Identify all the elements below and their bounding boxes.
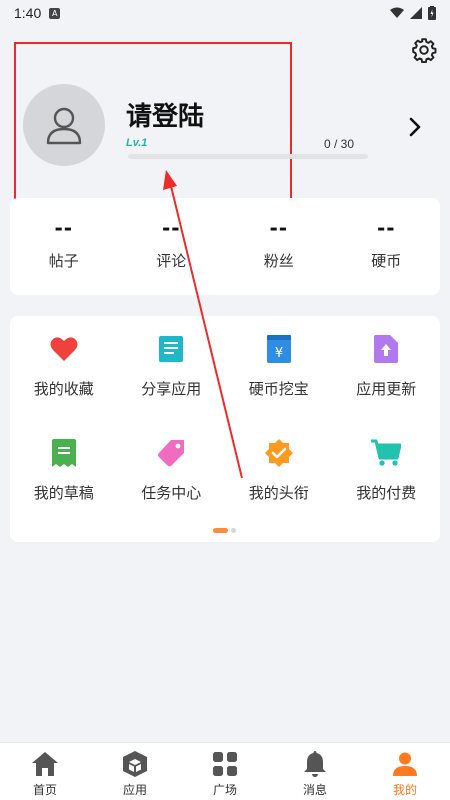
menu-item-task-center[interactable]: 任务中心 (118, 438, 226, 520)
settings-button[interactable] (410, 36, 438, 64)
menu-page-indicator (213, 528, 236, 533)
menu-item-coin-treasure[interactable]: ¥ 硬币挖宝 (225, 334, 333, 416)
exp-progress-text: 0 / 30 (324, 137, 355, 151)
status-time: 1:40 (14, 5, 42, 21)
cart-icon (371, 438, 402, 468)
menu-item-share-app[interactable]: 分享应用 (118, 334, 226, 416)
nav-label: 应用 (122, 783, 147, 797)
page-dot-active (213, 528, 228, 533)
nav-me[interactable]: 我的 (360, 743, 450, 800)
menu-label: 我的头衔 (248, 484, 309, 502)
stat-label: 硬币 (371, 252, 402, 270)
profile-header-highlight[interactable]: 请登陆 Lv.1 (14, 42, 292, 207)
person-icon (392, 751, 418, 777)
tag-icon (156, 438, 186, 468)
signal-icon (410, 7, 422, 19)
nav-label: 我的 (392, 783, 417, 797)
stat-coins[interactable]: -- 硬币 (333, 198, 441, 295)
document-icon (156, 334, 186, 364)
page-dot (231, 528, 236, 533)
menu-item-drafts[interactable]: 我的草稿 (10, 438, 118, 520)
menu-label: 任务中心 (141, 484, 202, 502)
menu-item-favorites[interactable]: 我的收藏 (10, 334, 118, 416)
status-bar: 1:40 A (0, 0, 450, 26)
nav-apps[interactable]: 应用 (90, 743, 180, 800)
stat-label: 评论 (156, 252, 187, 270)
heart-icon (49, 334, 79, 364)
stat-posts[interactable]: -- 帖子 (10, 198, 118, 295)
exp-progress-bar (128, 154, 368, 159)
avatar[interactable] (23, 84, 105, 166)
upload-file-icon (371, 334, 401, 364)
stats-card: -- 帖子 -- 评论 -- 粉丝 -- 硬币 (10, 198, 440, 295)
nav-label: 消息 (302, 783, 327, 797)
receipt-icon (49, 438, 79, 468)
home-icon (32, 751, 58, 777)
stat-label: 帖子 (48, 252, 79, 270)
stat-label: 粉丝 (263, 252, 294, 270)
feature-menu-card: 我的收藏 分享应用 ¥ 硬币挖宝 应用更新 我的草稿 任务中心 我的头衔 我的付… (10, 316, 440, 542)
battery-icon (428, 6, 436, 20)
chevron-right-icon (409, 117, 421, 137)
wifi-icon (390, 7, 404, 18)
bottom-nav: 首页 应用 广场 消息 我的 (0, 742, 450, 800)
login-prompt[interactable]: 请登陆 (126, 96, 204, 133)
bell-icon (302, 751, 328, 777)
stat-value: -- (54, 216, 74, 240)
gear-icon (412, 38, 437, 63)
menu-item-app-update[interactable]: 应用更新 (333, 334, 441, 416)
user-placeholder-icon (46, 107, 82, 145)
stat-fans[interactable]: -- 粉丝 (225, 198, 333, 295)
menu-label: 应用更新 (356, 380, 417, 398)
menu-label: 硬币挖宝 (248, 380, 309, 398)
menu-label: 分享应用 (141, 380, 202, 398)
nav-home[interactable]: 首页 (0, 743, 90, 800)
level-badge: Lv.1 (126, 137, 148, 149)
nav-label: 首页 (32, 783, 57, 797)
menu-label: 我的付费 (356, 484, 417, 502)
coin-bag-icon: ¥ (264, 334, 294, 364)
profile-chevron-button[interactable] (404, 116, 426, 138)
svg-text:¥: ¥ (275, 346, 283, 361)
nav-label: 广场 (212, 783, 237, 797)
badge-icon (264, 438, 294, 468)
stat-value: -- (376, 216, 396, 240)
stat-comments[interactable]: -- 评论 (118, 198, 226, 295)
menu-item-my-title[interactable]: 我的头衔 (225, 438, 333, 520)
nav-plaza[interactable]: 广场 (180, 743, 270, 800)
box-icon (122, 751, 148, 777)
menu-label: 我的收藏 (33, 380, 94, 398)
grid-icon (212, 751, 238, 777)
nav-messages[interactable]: 消息 (270, 743, 360, 800)
notification-a-icon: A (49, 7, 61, 19)
menu-label: 我的草稿 (33, 484, 94, 502)
menu-item-my-payments[interactable]: 我的付费 (333, 438, 441, 520)
stat-value: -- (269, 216, 289, 240)
stat-value: -- (161, 216, 181, 240)
